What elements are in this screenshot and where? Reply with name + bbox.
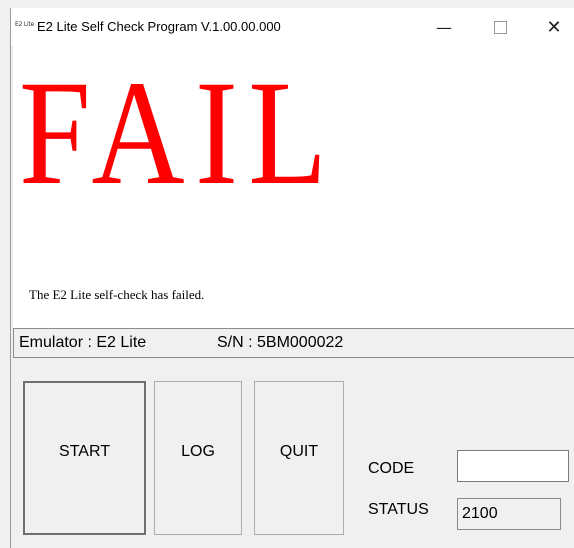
result-headline: FAIL bbox=[19, 50, 338, 216]
code-label: CODE bbox=[368, 460, 415, 477]
minimize-icon: — bbox=[436, 17, 452, 37]
code-input[interactable] bbox=[457, 450, 569, 482]
emulator-info-bar: Emulator : E2 Lite S/N : 5BM000022 bbox=[13, 328, 574, 358]
result-message: The E2 Lite self-check has failed. bbox=[29, 287, 205, 302]
close-button[interactable]: ✕ bbox=[531, 8, 574, 46]
emulator-label: Emulator : E2 Lite bbox=[19, 334, 147, 351]
maximize-icon bbox=[493, 20, 507, 34]
result-panel: FAIL The E2 Lite self-check has failed. bbox=[13, 46, 574, 332]
log-button[interactable]: LOG bbox=[154, 381, 242, 535]
serial-number-label: S/N : 5BM000022 bbox=[217, 334, 344, 351]
status-field: 2100 bbox=[457, 498, 561, 530]
app-window: E2 Lite E2 Lite Self Check Program V.1.0… bbox=[10, 8, 574, 548]
quit-button[interactable]: QUIT bbox=[254, 381, 344, 535]
close-icon: ✕ bbox=[546, 16, 562, 38]
maximize-button[interactable] bbox=[477, 8, 523, 46]
status-label: STATUS bbox=[368, 501, 429, 518]
title-bar[interactable]: E2 Lite E2 Lite Self Check Program V.1.0… bbox=[11, 8, 574, 46]
window-title: E2 Lite Self Check Program V.1.00.00.000 bbox=[37, 19, 281, 34]
start-button[interactable]: START bbox=[23, 381, 146, 535]
minimize-button[interactable]: — bbox=[421, 8, 467, 46]
app-icon: E2 Lite bbox=[15, 21, 35, 28]
